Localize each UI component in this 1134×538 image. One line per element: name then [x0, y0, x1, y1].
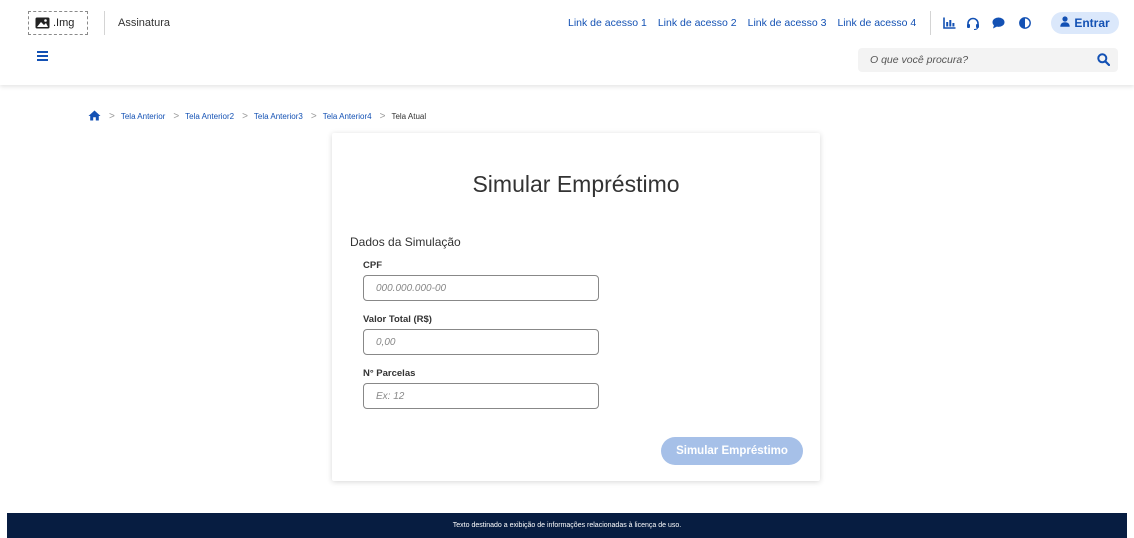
logo-text: .Img	[53, 17, 75, 29]
section-title: Dados da Simulação	[350, 235, 461, 249]
access-link-3[interactable]: Link de acesso 3	[748, 17, 827, 29]
breadcrumb-current: Tela Atual	[391, 112, 427, 121]
footer: Texto destinado a exibição de informaçõe…	[7, 513, 1127, 538]
access-link-1[interactable]: Link de acesso 1	[568, 17, 647, 29]
image-icon	[35, 17, 50, 29]
search-icon[interactable]	[1097, 53, 1111, 71]
chevron-right-icon: >	[173, 111, 180, 122]
breadcrumb-item[interactable]: Tela Anterior	[121, 112, 165, 121]
total-value-label: Valor Total (R$)	[363, 314, 432, 325]
chart-icon[interactable]	[940, 14, 958, 32]
home-icon[interactable]	[88, 110, 101, 123]
login-label: Entrar	[1074, 16, 1110, 30]
breadcrumb-item[interactable]: Tela Anterior2	[185, 112, 234, 121]
installments-label: N° Parcelas	[363, 368, 416, 379]
login-button[interactable]: Entrar	[1051, 12, 1119, 34]
chevron-right-icon: >	[310, 111, 317, 122]
breadcrumb-item[interactable]: Tela Anterior3	[254, 112, 303, 121]
cpf-field[interactable]	[363, 275, 599, 301]
logo[interactable]: .Img	[28, 11, 88, 35]
search-input[interactable]	[870, 52, 1080, 68]
license-text: Texto destinado a exibição de informaçõe…	[452, 522, 682, 529]
divider	[930, 11, 931, 35]
menu-icon[interactable]	[37, 51, 49, 61]
page-title: Simular Empréstimo	[472, 171, 680, 197]
signature: Assinatura	[118, 17, 170, 29]
chevron-right-icon: >	[242, 111, 248, 122]
header: .Img Assinatura Link de acesso 1 Link de…	[0, 0, 1134, 85]
total-value-field[interactable]	[363, 329, 599, 355]
headset-icon[interactable]	[964, 14, 982, 32]
access-link-2[interactable]: Link de acesso 2	[658, 17, 737, 29]
divider	[104, 11, 105, 35]
cpf-label: CPF	[363, 260, 382, 271]
access-links: Link de acesso 1 Link de acesso 2 Link d…	[568, 17, 927, 29]
chevron-right-icon: >	[379, 111, 386, 122]
chat-icon[interactable]	[989, 14, 1007, 32]
chevron-right-icon: >	[109, 111, 115, 122]
simulation-card: Simular Empréstimo Dados da Simulação CP…	[332, 133, 820, 481]
installments-field[interactable]	[363, 383, 599, 409]
contrast-icon[interactable]	[1016, 14, 1034, 32]
breadcrumb-item[interactable]: Tela Anterior4	[323, 112, 372, 121]
simulate-loan-button[interactable]: Simular Empréstimo	[661, 437, 803, 465]
search-bar	[858, 48, 1118, 72]
user-icon	[1060, 16, 1071, 30]
access-link-4[interactable]: Link de acesso 4	[837, 17, 916, 29]
breadcrumb: > Tela Anterior > Tela Anterior2 > Tela …	[88, 110, 426, 123]
